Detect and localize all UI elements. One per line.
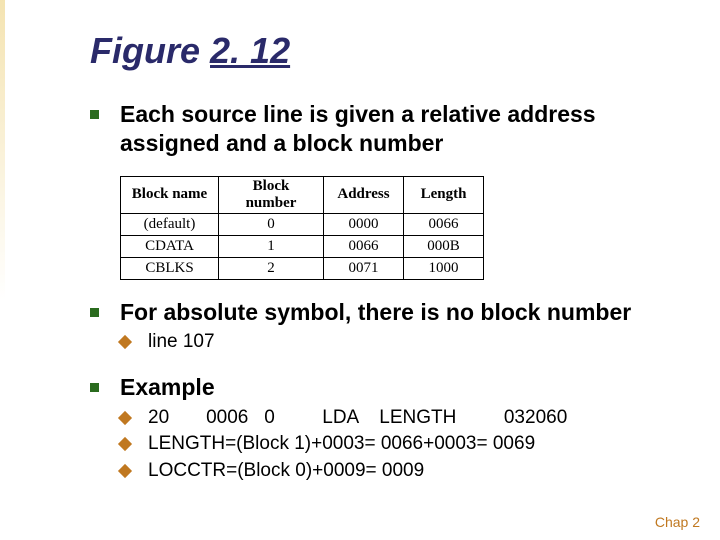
bullet-1: Each source line is given a relative add…	[90, 100, 670, 158]
square-bullet-icon	[90, 383, 99, 392]
title-part-underlined: 2. 12	[210, 30, 290, 71]
bullet-list: Each source line is given a relative add…	[90, 100, 670, 484]
slide-title: Figure 2. 12	[90, 30, 670, 72]
slide: Figure 2. 12 Each source line is given a…	[0, 0, 720, 540]
diamond-bullet-icon	[118, 335, 132, 349]
sub-bullet-text: LENGTH=(Block 1)+0003= 0066+0003= 0069	[148, 432, 650, 457]
sub-bullet-text: line 107	[148, 330, 650, 355]
square-bullet-icon	[90, 110, 99, 119]
td: 0071	[324, 257, 404, 279]
diamond-bullet-icon	[118, 411, 132, 425]
bullet-3-sub: 20 0006 0 LDA LENGTH 032060 LENGTH=(Bloc…	[120, 406, 650, 484]
td: 1000	[404, 257, 484, 279]
table-header-row: Block name Block number Address Length	[121, 176, 484, 213]
sub-bullet-text: LOCCTR=(Block 0)+0009= 0009	[148, 459, 650, 484]
td: 000B	[404, 235, 484, 257]
bullet-2-sub: line 107	[120, 330, 650, 355]
bullet-1-text: Each source line is given a relative add…	[120, 100, 650, 158]
th-block-number: Block number	[219, 176, 324, 213]
edge-accent	[0, 0, 5, 300]
td: 0	[219, 213, 324, 235]
diamond-bullet-icon	[118, 464, 132, 478]
sub-bullet-text: 20 0006 0 LDA LENGTH 032060	[148, 406, 650, 431]
td: (default)	[121, 213, 219, 235]
bullet-3: Example 20 0006 0 LDA LENGTH 032060 LENG…	[90, 373, 670, 484]
td: 2	[219, 257, 324, 279]
sub-bullet: LENGTH=(Block 1)+0003= 0066+0003= 0069	[120, 432, 650, 457]
table-row: CBLKS 2 0071 1000	[121, 257, 484, 279]
square-bullet-icon	[90, 308, 99, 317]
td: 0066	[404, 213, 484, 235]
bullet-2: For absolute symbol, there is no block n…	[90, 298, 670, 355]
td: CDATA	[121, 235, 219, 257]
table-row: CDATA 1 0066 000B	[121, 235, 484, 257]
bullet-3-text: Example	[120, 373, 650, 402]
td: 0000	[324, 213, 404, 235]
table-row: (default) 0 0000 0066	[121, 213, 484, 235]
bullet-2-text: For absolute symbol, there is no block n…	[120, 298, 650, 327]
sub-bullet: line 107	[120, 330, 650, 355]
title-part-plain: Figure	[90, 30, 210, 71]
th-block-name: Block name	[121, 176, 219, 213]
sub-bullet: LOCCTR=(Block 0)+0009= 0009	[120, 459, 650, 484]
td: CBLKS	[121, 257, 219, 279]
footer-chapter: Chap 2	[655, 514, 700, 530]
th-address: Address	[324, 176, 404, 213]
block-table: Block name Block number Address Length (…	[120, 176, 484, 280]
td: 0066	[324, 235, 404, 257]
diamond-bullet-icon	[118, 437, 132, 451]
sub-bullet: 20 0006 0 LDA LENGTH 032060	[120, 406, 650, 431]
td: 1	[219, 235, 324, 257]
th-length: Length	[404, 176, 484, 213]
block-table-wrap: Block name Block number Address Length (…	[120, 176, 670, 280]
